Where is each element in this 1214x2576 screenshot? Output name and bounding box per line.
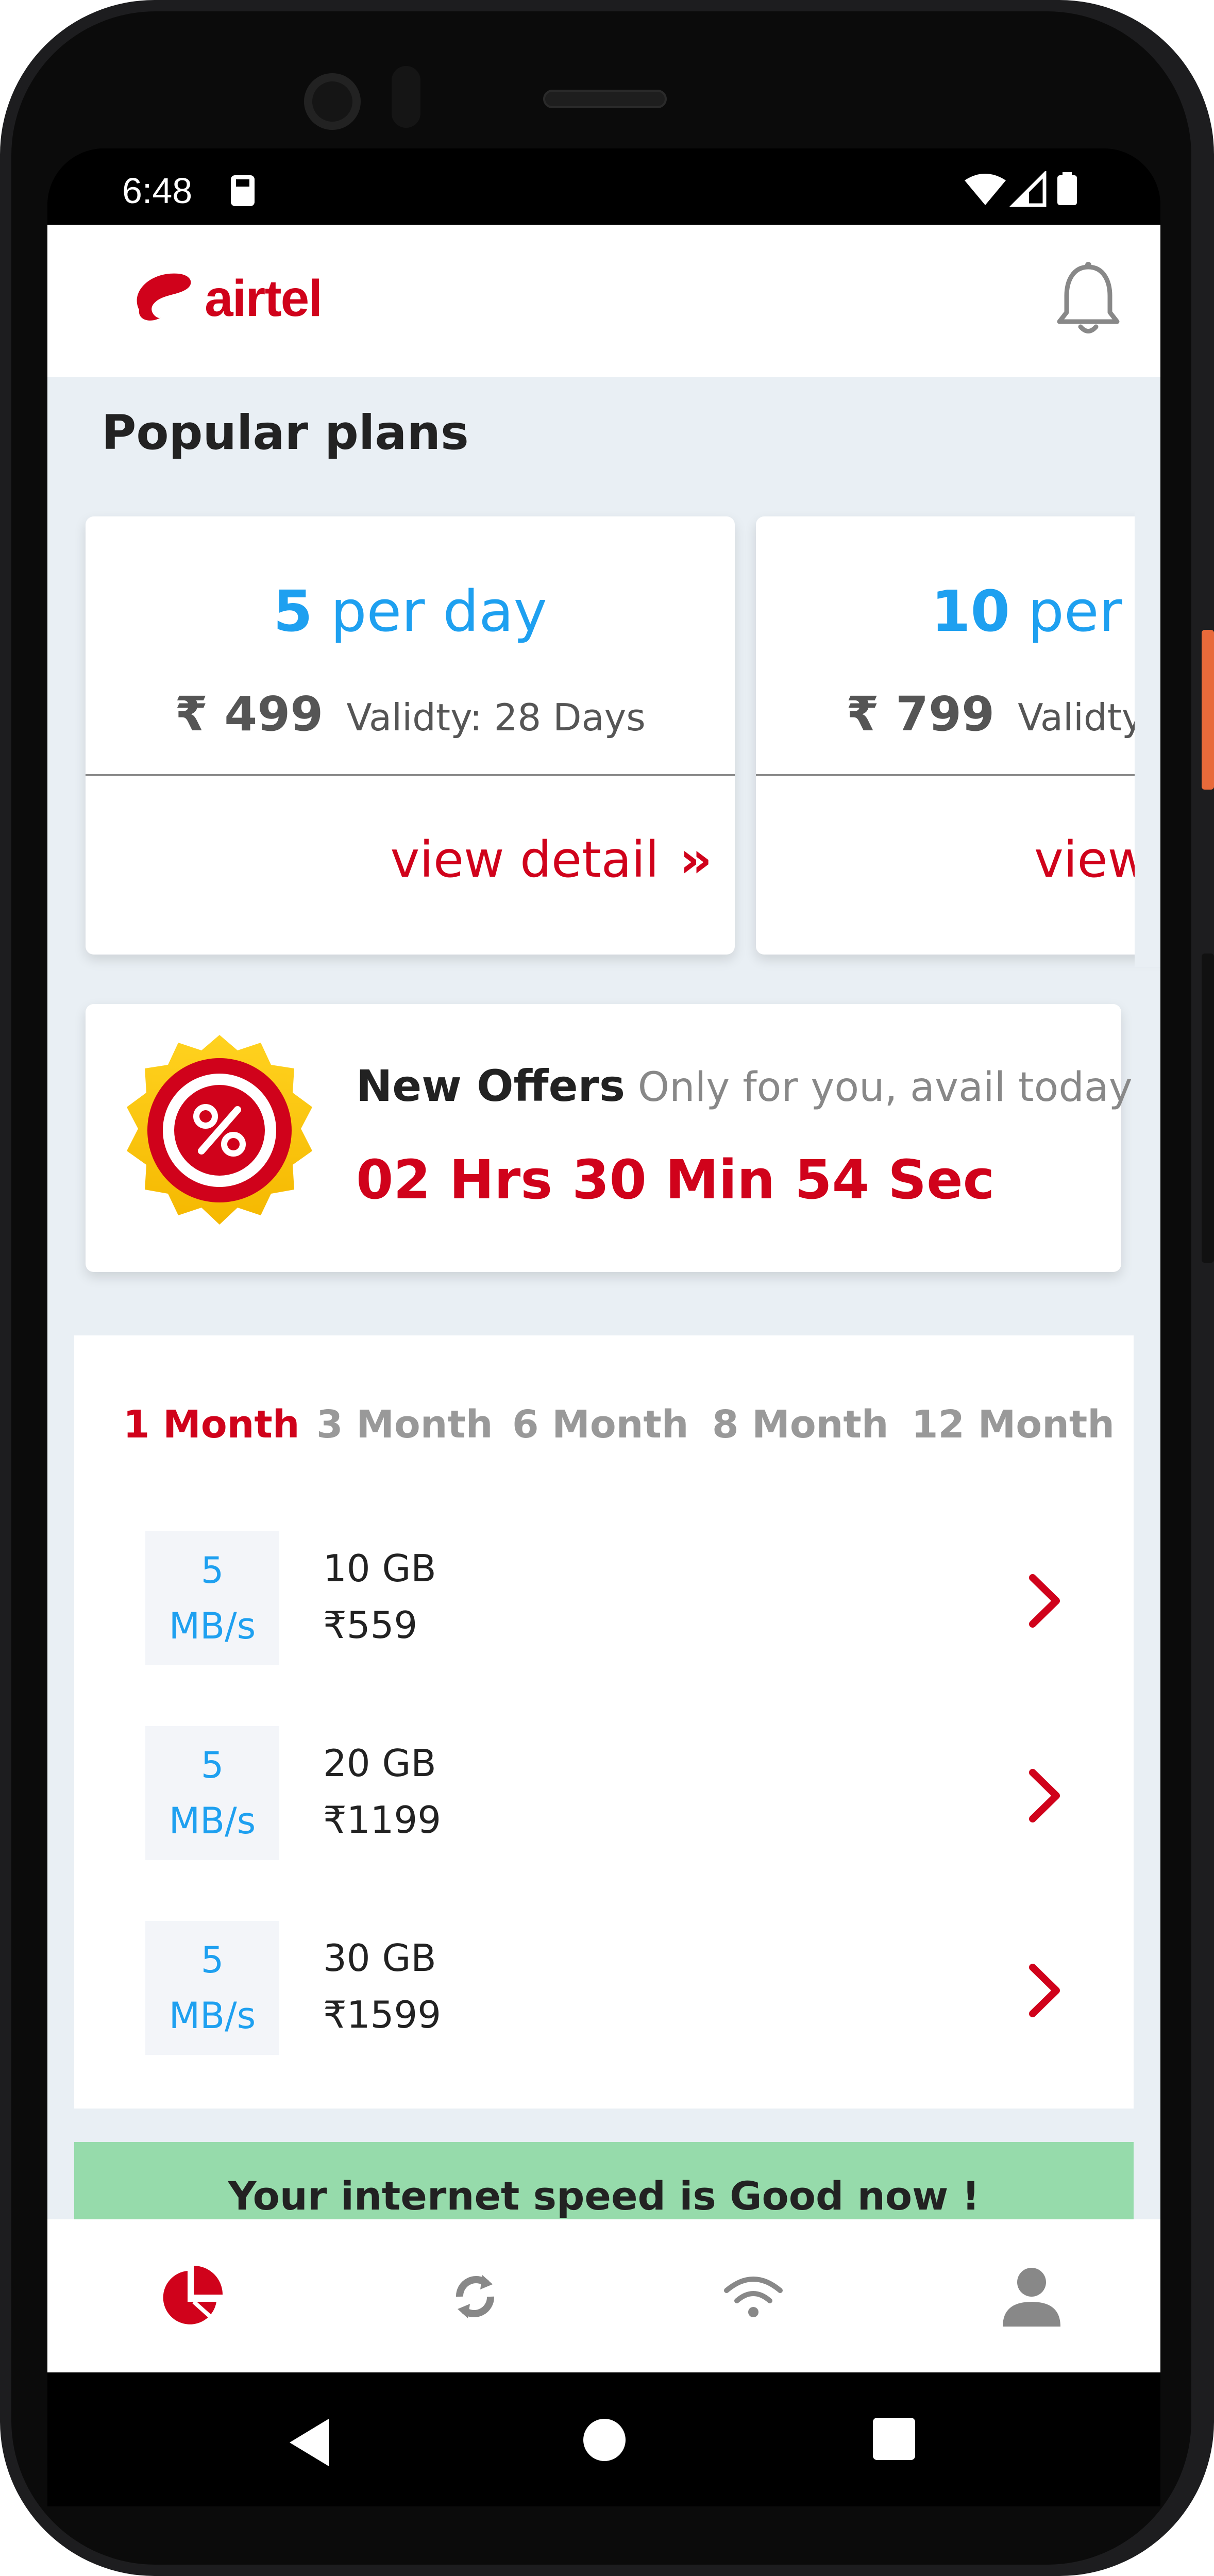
plans-panel: 1 Month 3 Month 6 Month 8 Month 12 Month… <box>74 1335 1134 2109</box>
airtel-logo[interactable]: airtel <box>130 266 323 333</box>
section-title-popular-plans: Popular plans <box>102 405 469 460</box>
discount-badge-icon <box>127 1035 312 1225</box>
plan-data: 30 GB <box>323 1936 436 1980</box>
profile-icon[interactable] <box>996 2261 1068 2333</box>
wifi-status-icon <box>965 174 1006 205</box>
system-navigation-bar <box>47 2372 1160 2506</box>
proximity-sensor <box>392 66 420 128</box>
pie-chart-icon[interactable] <box>156 2261 228 2333</box>
plan-data-amount: 10 <box>931 578 1010 644</box>
power-button[interactable] <box>1202 630 1214 790</box>
home-icon[interactable] <box>583 2419 626 2461</box>
tab-8-month[interactable]: 8 Month <box>712 1402 888 1447</box>
plan-price-row: ₹ 799 Validty: 28 Days <box>846 687 1160 742</box>
wifi-icon[interactable] <box>717 2261 789 2333</box>
plan-row[interactable]: 5 MB/s 10 GB ₹559 <box>145 1531 1093 1665</box>
recents-icon[interactable] <box>873 2418 915 2460</box>
plan-card[interactable]: 5 per day ₹ 499 Validty: 28 Days view de… <box>86 516 735 955</box>
speed-badge: 5 MB/s <box>145 1726 279 1860</box>
plan-price: ₹ 799 <box>846 687 995 742</box>
countdown-seconds: 54 Sec <box>795 1148 995 1211</box>
plan-row[interactable]: 5 MB/s 20 GB ₹1199 <box>145 1726 1093 1860</box>
view-detail-link[interactable]: view detail ›› <box>390 831 712 889</box>
speed-unit: MB/s <box>168 1800 256 1842</box>
status-time: 6:48 <box>122 171 193 211</box>
countdown-minutes: 30 Min <box>572 1148 775 1211</box>
airtel-swirl-icon <box>137 273 191 321</box>
plan-price: ₹ 499 <box>175 687 324 742</box>
card-divider <box>756 774 1160 776</box>
screen: 6:48 airtel Popular plans 5 per day ₹ 49… <box>47 148 1160 2372</box>
countdown-hours: 02 Hrs <box>356 1148 553 1211</box>
plan-validity: Validty: 28 Days <box>346 696 646 739</box>
card-divider <box>86 774 735 776</box>
speed-unit: MB/s <box>168 1995 256 2037</box>
chevron-right-icon[interactable] <box>1026 1573 1063 1629</box>
view-detail-label: view detail <box>390 831 659 889</box>
speed-value: 5 <box>200 1549 224 1592</box>
front-camera <box>304 73 361 130</box>
speed-status-banner: Your internet speed is Good now ! <box>74 2142 1134 2219</box>
plan-price: ₹1199 <box>323 1798 442 1842</box>
plan-data: 20 GB <box>323 1742 436 1785</box>
speed-value: 5 <box>200 1939 224 1981</box>
sd-card-icon <box>231 175 255 206</box>
carousel-edge <box>1135 503 1160 967</box>
chevron-right-icon[interactable] <box>1026 1767 1063 1824</box>
volume-button[interactable] <box>1202 954 1214 1263</box>
plan-data: 10 GB <box>323 1547 436 1590</box>
plan-price-row: ₹ 499 Validty: 28 Days <box>86 687 735 742</box>
plan-row[interactable]: 5 MB/s 30 GB ₹1599 <box>145 1921 1093 2055</box>
offer-subtitle: Only for you, avail today <box>637 1064 1133 1111</box>
plan-data-unit: per day <box>312 578 547 644</box>
offer-countdown: 02 Hrs 30 Min 54 Sec <box>356 1148 1014 1211</box>
plan-price: ₹559 <box>323 1603 418 1647</box>
status-bar: 6:48 <box>47 148 1160 225</box>
bottom-navigation <box>47 2219 1160 2372</box>
tab-1-month[interactable]: 1 Month <box>123 1402 299 1447</box>
offer-title: New Offers <box>356 1061 625 1111</box>
refresh-icon[interactable] <box>439 2261 511 2333</box>
speed-value: 5 <box>200 1744 224 1786</box>
brand-name: airtel <box>205 270 323 327</box>
speed-unit: MB/s <box>168 1605 256 1647</box>
double-chevron-right-icon: ›› <box>679 831 712 889</box>
notification-bell-icon[interactable] <box>1052 261 1124 338</box>
tab-3-month[interactable]: 3 Month <box>316 1402 493 1447</box>
tab-12-month[interactable]: 12 Month <box>912 1402 1115 1447</box>
status-icons <box>965 171 1077 207</box>
tab-6-month[interactable]: 6 Month <box>512 1402 688 1447</box>
battery-icon <box>1057 175 1077 205</box>
plan-data-amount: 5 <box>273 578 313 644</box>
speed-badge: 5 MB/s <box>145 1531 279 1665</box>
plan-price: ₹1599 <box>323 1993 442 2036</box>
earpiece-speaker <box>543 90 667 108</box>
plan-data: 5 per day <box>86 578 735 644</box>
app-header: airtel <box>47 225 1160 377</box>
offer-title-row: New Offers Only for you, avail today <box>356 1061 1133 1111</box>
phone-frame: 6:48 airtel Popular plans 5 per day ₹ 49… <box>0 0 1214 2576</box>
app-content: airtel Popular plans 5 per day ₹ 499 Val… <box>47 225 1160 2219</box>
plan-card[interactable]: 10 per day ₹ 799 Validty: 28 Days view d… <box>756 516 1160 955</box>
new-offers-card[interactable]: New Offers Only for you, avail today 02 … <box>86 1004 1133 1272</box>
speed-badge: 5 MB/s <box>145 1921 279 2055</box>
chevron-right-icon[interactable] <box>1026 1962 1063 2019</box>
plan-data: 10 per day <box>931 578 1160 644</box>
back-icon[interactable] <box>290 2419 329 2466</box>
